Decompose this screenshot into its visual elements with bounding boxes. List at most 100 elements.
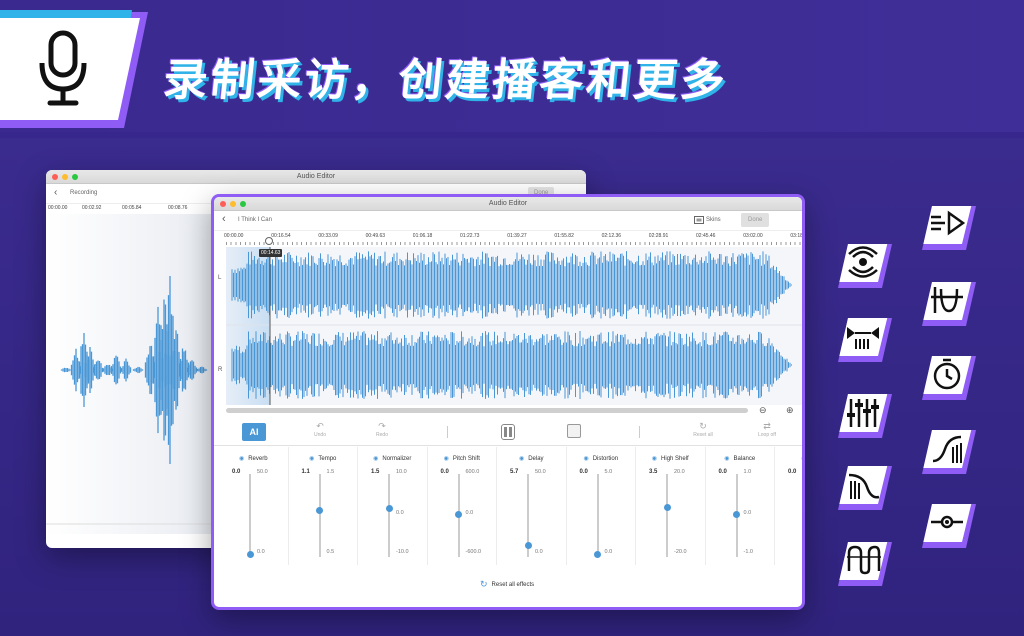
distortion-icon [847, 545, 881, 574]
back-chevron-icon[interactable]: ‹ [54, 187, 57, 198]
delay-icon [933, 358, 961, 389]
audio-editor-window: Audio Editor ‹ I Think I Can Skins Done … [211, 194, 805, 610]
high-shelf-icon: ◉ [651, 456, 658, 462]
effect-slider[interactable] [663, 474, 671, 557]
effect-value: 0.0 [788, 469, 797, 475]
effect-slider[interactable] [455, 474, 462, 557]
stereo-waveform [226, 247, 802, 405]
effect-slider[interactable] [594, 474, 601, 558]
ruler-tick: 00:00.00 [48, 205, 68, 211]
reverb-icon [848, 245, 878, 278]
minimize-dot[interactable] [230, 201, 236, 207]
skins-icon [694, 216, 704, 224]
effect-slider[interactable] [524, 474, 532, 557]
transport-bar: AI ↶ Undo ↷ Redo ↻ Reset all ⇄ Loop off [214, 418, 802, 446]
effect-name: High Shelf [661, 456, 689, 462]
scale-mid: 0.0 [743, 510, 752, 516]
scale-top: 50.0 [535, 469, 546, 475]
reset-effects-button[interactable]: ↻ Reset all effects [480, 579, 534, 590]
effect-name: Tempo [318, 456, 337, 462]
zoom-in-icon[interactable]: ⊕ [786, 405, 794, 416]
pitch-shift-icon [931, 286, 963, 313]
back-window-title: Audio Editor [296, 173, 336, 180]
zoom-dot[interactable] [240, 201, 246, 207]
effect-value: 1.1 [301, 469, 310, 475]
zoom-out-icon[interactable]: ⊖ [759, 405, 767, 416]
effect-value: 0.0 [579, 469, 588, 475]
horizontal-scrollbar[interactable] [226, 408, 748, 413]
ruler-tick: 00:05.84 [122, 205, 142, 211]
reset-effects-icon: ↻ [480, 579, 488, 589]
effect-high-shelf: ◉ High Shelf 3.5 20.0 -20.0 [636, 447, 706, 565]
effect-header: ◉ Reverb [219, 455, 288, 462]
slider-knob[interactable] [455, 511, 462, 518]
editor-toolbar: ‹ I Think I Can Skins Done [214, 211, 802, 231]
waveform-area[interactable]: L R [218, 247, 802, 405]
skins-button[interactable]: Skins [694, 216, 721, 224]
effect-slider[interactable] [316, 474, 323, 557]
balance-icon [931, 515, 963, 528]
scale-top: 20.0 [674, 469, 685, 475]
divider [639, 426, 640, 438]
pause-button[interactable] [501, 424, 515, 440]
effect-header: ◉ Delay [497, 455, 566, 462]
scale-bottom: -600.0 [465, 549, 482, 555]
balance-icon: ◉ [724, 456, 730, 462]
scale-top: 5.0 [604, 469, 613, 475]
close-dot[interactable] [52, 174, 58, 180]
effect-pitch-shift: ◉ Pitch Shift 0.0 600.0 0.0 -600.0 [428, 447, 497, 565]
normalizer-icon [847, 326, 879, 349]
skins-label: Skins [706, 217, 721, 223]
close-dot[interactable] [220, 201, 226, 207]
loop-button[interactable]: ⇄ Loop off [754, 421, 780, 438]
scale-bottom: -10.0 [396, 549, 409, 555]
zoom-dot[interactable] [72, 174, 78, 180]
undo-label: Undo [314, 432, 326, 438]
ruler-tick: 00:08.76 [168, 205, 188, 211]
ruler-tick: 00:02.92 [82, 205, 102, 211]
redo-button[interactable]: ↷ Redo [372, 421, 392, 438]
slider-knob[interactable] [246, 551, 254, 558]
effect-slider[interactable] [733, 474, 740, 557]
microphone-icon [39, 30, 87, 106]
ruler-tick: 02:45.46 [696, 233, 716, 239]
reset-effects-label: Reset all effects [491, 581, 535, 588]
back-chevron-icon[interactable]: ‹ [222, 213, 226, 225]
effect-name: Pitch Shift [452, 456, 480, 462]
editor-titlebar: Audio Editor [214, 197, 802, 211]
reset-all-button[interactable]: ↻ Reset all [690, 421, 716, 438]
slider-knob[interactable] [594, 551, 601, 558]
ai-button[interactable]: AI [242, 423, 266, 441]
scale-top: 10.0 [396, 469, 407, 475]
mic-card [0, 18, 140, 120]
scale-mid: 0.0 [396, 510, 404, 516]
minimize-dot[interactable] [62, 174, 68, 180]
playhead-handle[interactable] [265, 237, 273, 245]
done-button[interactable]: Done [741, 213, 770, 227]
effect-header: ◉ Normalizer [358, 455, 427, 462]
effect-name: Distortion [592, 456, 619, 462]
slider-knob[interactable] [524, 542, 532, 550]
ruler-ticks [226, 242, 802, 245]
redo-label: Redo [376, 432, 388, 438]
effect-slider[interactable] [385, 474, 393, 557]
undo-button[interactable]: ↶ Undo [310, 421, 330, 438]
pitch-shift-icon: ◉ [443, 456, 449, 462]
normalizer-icon: ◉ [373, 456, 379, 462]
scale-bottom: 0.0 [604, 549, 613, 555]
slider-knob[interactable] [733, 511, 740, 518]
effect-header: ◉ Pitch Shift [428, 455, 497, 462]
slider-knob[interactable] [803, 511, 806, 518]
effect-slider[interactable] [246, 474, 254, 558]
stop-button[interactable] [567, 424, 581, 438]
slider-knob[interactable] [385, 505, 393, 513]
effect-normalizer: ◉ Normalizer 1.5 10.0 0.0 -10.0 [358, 447, 428, 565]
effect-tempo: ◉ Tempo 1.1 1.5 0.5 [289, 447, 358, 565]
high-shelf-icon [932, 435, 962, 463]
playhead-time: 00:14.63 [259, 249, 283, 257]
slider-knob[interactable] [663, 503, 671, 511]
scale-bottom: 0.5 [326, 549, 335, 555]
effect-header: ◉ Balance [706, 455, 775, 462]
scale-top: 1.0 [743, 469, 752, 475]
slider-knob[interactable] [316, 507, 323, 514]
